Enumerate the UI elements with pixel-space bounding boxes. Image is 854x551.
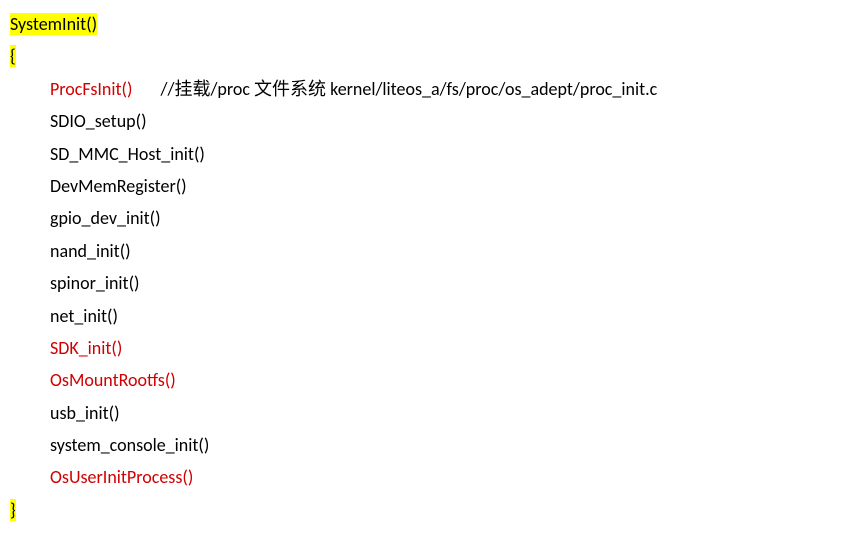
call-usb-init: usb_init() [50,402,120,424]
code-line: net_init() [10,300,844,332]
code-line: SDK_init() [10,332,844,364]
code-line: nand_init() [10,235,844,267]
call-system-console-init: system_console_init() [50,434,209,456]
code-line: OsUserInitProcess() [10,461,844,493]
code-line: system_console_init() [10,429,844,461]
code-block: SystemInit() { ProcFsInit() //挂载/proc 文件… [10,8,844,526]
call-nand-init: nand_init() [50,240,131,262]
code-line: usb_init() [10,397,844,429]
function-header-line: SystemInit() [10,8,844,40]
code-line: OsMountRootfs() [10,364,844,396]
call-osmountrootfs: OsMountRootfs() [50,369,176,391]
call-procfsinit: ProcFsInit() [50,78,132,100]
code-line: ProcFsInit() //挂载/proc 文件系统 kernel/liteo… [10,73,844,105]
call-gpio-dev-init: gpio_dev_init() [50,207,161,229]
code-line: SDIO_setup() [10,105,844,137]
code-line: gpio_dev_init() [10,202,844,234]
open-brace: { [10,45,16,67]
comment-procfsinit: //挂载/proc 文件系统 kernel/liteos_a/fs/proc/o… [161,78,658,100]
call-devmemregister: DevMemRegister() [50,175,187,197]
code-line: DevMemRegister() [10,170,844,202]
code-line: spinor_init() [10,267,844,299]
call-net-init: net_init() [50,305,118,327]
call-sdio-setup: SDIO_setup() [50,110,147,132]
open-brace-line: { [10,40,844,72]
call-osuserinitprocess: OsUserInitProcess() [50,466,193,488]
code-line: SD_MMC_Host_init() [10,138,844,170]
function-name: SystemInit() [10,13,97,35]
call-sd-mmc-host-init: SD_MMC_Host_init() [50,143,205,165]
call-spinor-init: spinor_init() [50,272,139,294]
close-brace-line: } [10,494,844,526]
close-brace: } [10,499,16,521]
call-sdk-init: SDK_init() [50,337,122,359]
